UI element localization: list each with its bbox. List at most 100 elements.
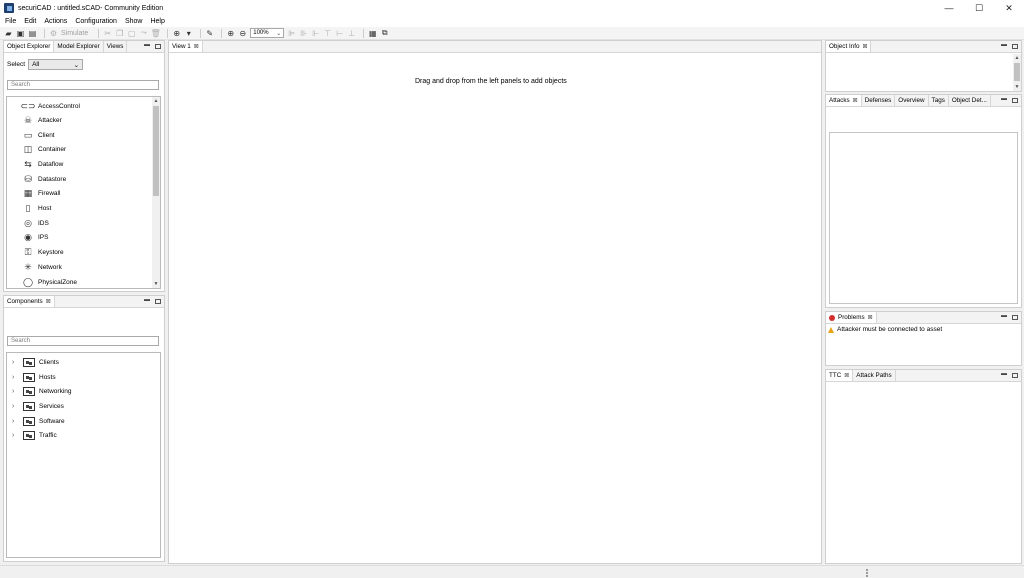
pencil-icon[interactable]: ✎ [205, 29, 214, 38]
menu-file[interactable]: File [5, 18, 16, 25]
list-item-keystore[interactable]: ⚿ Keystore [23, 245, 64, 259]
list-item-container[interactable]: ◫ Container [23, 142, 66, 156]
minimize-button[interactable]: — [934, 0, 964, 16]
minimize-panel-icon[interactable]: ▬ [1001, 96, 1007, 103]
menu-edit[interactable]: Edit [24, 18, 36, 25]
list-item-firewall[interactable]: ▦ Firewall [23, 186, 61, 200]
maximize-panel-icon[interactable] [1012, 44, 1018, 49]
tree-item-hosts[interactable]: › Hosts [12, 370, 56, 384]
minimize-panel-icon[interactable]: ▬ [144, 42, 150, 49]
object-list-scrollbar[interactable]: ▲ ▼ [152, 97, 160, 288]
tab-problems[interactable]: Problems ⊠ [826, 312, 877, 323]
scroll-up-icon[interactable]: ▲ [152, 97, 160, 105]
close-tab-icon[interactable]: ⊠ [46, 298, 51, 305]
tab-ttc[interactable]: TTC ⊠ [826, 370, 854, 381]
list-item-physicalzone[interactable]: ◯ PhysicalZone [23, 275, 77, 288]
grid-icon[interactable]: ▦ [368, 29, 377, 38]
align-bottom-icon[interactable]: ⊥ [347, 29, 356, 38]
components-search-input[interactable]: Search [7, 336, 159, 346]
align-top-icon[interactable]: ⊤ [323, 29, 332, 38]
zoom-select[interactable]: 100% ⌄ [250, 28, 285, 38]
menu-help[interactable]: Help [150, 18, 164, 25]
list-item-ids[interactable]: ◎ IDS [23, 216, 49, 230]
minimize-panel-icon[interactable]: ▬ [1001, 313, 1007, 320]
tree-item-networking[interactable]: › Networking [12, 384, 72, 398]
tab-object-explorer[interactable]: Object Explorer [4, 41, 55, 52]
list-item-datastore[interactable]: ⛁ Datastore [23, 172, 66, 186]
resize-grip-icon[interactable] [866, 569, 868, 577]
tree-item-clients[interactable]: › Clients [12, 355, 59, 369]
copy-icon[interactable]: ❐ [115, 29, 124, 38]
object-search-input[interactable]: Search [7, 80, 159, 90]
list-item-host[interactable]: ▯ Host [23, 201, 52, 215]
minimize-panel-icon[interactable]: ▬ [144, 297, 150, 304]
close-tab-icon[interactable]: ⊠ [194, 43, 199, 50]
tab-overview[interactable]: Overview [895, 95, 929, 106]
list-item-network[interactable]: ✳ Network [23, 260, 62, 274]
scroll-down-icon[interactable]: ▼ [152, 280, 160, 288]
maximize-panel-icon[interactable] [1012, 373, 1018, 378]
menu-configuration[interactable]: Configuration [75, 18, 117, 25]
close-tab-icon[interactable]: ⊠ [853, 97, 858, 104]
close-tab-icon[interactable]: ⊠ [862, 43, 867, 50]
expand-arrow-icon[interactable]: › [12, 432, 18, 439]
expand-arrow-icon[interactable]: › [12, 418, 18, 425]
delete-icon[interactable]: 🗑 [151, 29, 161, 38]
align-right-icon[interactable]: ⊩ [311, 29, 320, 38]
maximize-panel-icon[interactable] [155, 299, 161, 304]
list-item-client[interactable]: ▭ Client [23, 128, 55, 142]
maximize-button[interactable]: ☐ [964, 0, 994, 16]
close-tab-icon[interactable]: ⊠ [844, 372, 849, 379]
menu-actions[interactable]: Actions [44, 18, 67, 25]
zoom-in-icon[interactable]: ⊕ [226, 29, 235, 38]
object-info-scrollbar[interactable]: ▲ ▼ [1013, 54, 1021, 91]
tree-item-software[interactable]: › Software [12, 414, 65, 428]
close-button[interactable]: ✕ [994, 0, 1024, 16]
expand-arrow-icon[interactable]: › [12, 359, 18, 366]
tab-tags[interactable]: Tags [929, 95, 949, 106]
tab-defenses[interactable]: Defenses [862, 95, 896, 106]
maximize-panel-icon[interactable] [1012, 98, 1018, 103]
tree-item-traffic[interactable]: › Traffic [12, 428, 57, 442]
save-all-icon[interactable]: ▤ [28, 29, 37, 38]
scrollbar-thumb[interactable] [1014, 63, 1020, 81]
minimize-panel-icon[interactable]: ▬ [1001, 42, 1007, 49]
problem-item[interactable]: Attacker must be connected to asset [828, 326, 942, 333]
zoom-out-icon[interactable]: ⊖ [238, 29, 247, 38]
maximize-panel-icon[interactable] [1012, 315, 1018, 320]
paste-icon[interactable]: ▢ [127, 29, 136, 38]
align-center-icon[interactable]: ⊪ [299, 29, 308, 38]
connect-icon[interactable]: ⤳ [139, 28, 148, 38]
cut-icon[interactable]: ✂ [103, 29, 112, 38]
maximize-panel-icon[interactable] [155, 44, 161, 49]
menu-show[interactable]: Show [125, 18, 143, 25]
expand-arrow-icon[interactable]: › [12, 403, 18, 410]
list-item-ips[interactable]: ◉ IPS [23, 230, 48, 244]
close-tab-icon[interactable]: ⊠ [868, 314, 873, 321]
align-middle-icon[interactable]: ⊢ [335, 29, 344, 38]
tab-attacks[interactable]: Attacks ⊠ [826, 95, 862, 106]
save-icon[interactable]: ▣ [16, 29, 25, 38]
tab-attack-paths[interactable]: Attack Paths [853, 370, 896, 381]
select-filter-dropdown[interactable]: All ⌄ [28, 59, 84, 70]
tab-view-1[interactable]: View 1 ⊠ [169, 41, 203, 52]
tab-model-explorer[interactable]: Model Explorer [54, 41, 104, 52]
scroll-up-icon[interactable]: ▲ [1013, 54, 1021, 62]
simulate-button[interactable]: Simulate [61, 30, 88, 37]
scroll-down-icon[interactable]: ▼ [1013, 83, 1021, 91]
add-dropdown-chevron-icon[interactable]: ▾ [184, 29, 193, 38]
list-item-accesscontrol[interactable]: ⊂⊃ AccessControl [20, 99, 79, 113]
tab-components[interactable]: Components ⊠ [4, 296, 55, 307]
expand-arrow-icon[interactable]: › [12, 388, 18, 395]
list-item-attacker[interactable]: ☠ Attacker [23, 113, 62, 127]
tab-object-info[interactable]: Object Info ⊠ [826, 41, 872, 52]
align-left-icon[interactable]: ⊫ [287, 29, 296, 38]
scrollbar-thumb[interactable] [153, 106, 159, 196]
add-icon[interactable]: ⊕ [172, 29, 181, 38]
tab-views[interactable]: Views [104, 41, 128, 52]
minimize-panel-icon[interactable]: ▬ [1001, 371, 1007, 378]
list-item-dataflow[interactable]: ⇆ Dataflow [23, 157, 63, 171]
tree-item-services[interactable]: › Services [12, 399, 64, 413]
simulate-icon[interactable]: ⚙ [49, 29, 58, 38]
open-folder-icon[interactable]: ▰ [4, 29, 13, 38]
